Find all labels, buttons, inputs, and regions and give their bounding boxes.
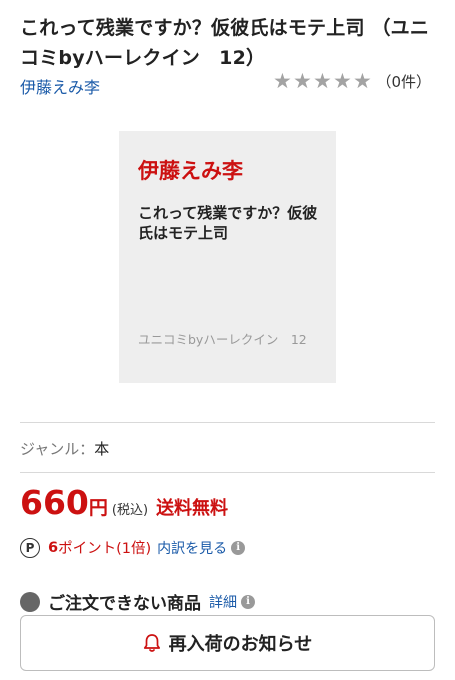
points-icon: P [20,537,40,558]
book-cover-image[interactable]: 伊藤えみ李 これって残業ですか？仮彼氏はモテ上司 ユニコミbyハーレクイン 12 [119,131,336,383]
info-icon[interactable]: i [241,594,255,609]
genre-row: ジャンル：本 [20,438,109,459]
star-icon: ★ [353,69,372,93]
availability-detail-link[interactable]: 詳細 [209,592,237,612]
tax-label: (税込) [111,503,149,518]
points-row: P 6 ポイント(1倍) 内訳を見る i [20,537,246,558]
points-amount: 6 [48,539,59,556]
review-count: （0件） [376,73,431,91]
price-unit: 円 [88,497,108,519]
price-row: 660 円 (税込) 送料無料 [20,486,228,520]
bell-icon [143,634,160,652]
points-breakdown-link[interactable]: 内訳を見る [157,538,227,558]
star-icon: ★ [293,69,312,93]
author-link[interactable]: 伊藤えみ李 [20,74,100,98]
rating[interactable]: ★ ★ ★ ★ ★ （0件） [272,71,431,92]
info-icon[interactable]: i [231,540,246,555]
cover-series: ユニコミbyハーレクイン 12 [138,332,307,347]
star-icon: ★ [333,69,352,93]
star-icon: ★ [313,69,332,93]
product-page: これって残業ですか？仮彼氏はモテ上司 （ユニコミbyハーレクイン 12） 伊藤え… [0,0,455,680]
status-dot-icon [20,591,40,612]
price-amount: 660 [20,483,89,522]
star-icon: ★ [273,69,292,93]
genre-label: ジャンル： [20,440,95,458]
product-title: これって残業ですか？仮彼氏はモテ上司 （ユニコミbyハーレクイン 12） [20,17,430,69]
points-label: ポイント(1倍) [58,541,152,557]
free-shipping-badge: 送料無料 [156,498,229,519]
genre-value: 本 [94,440,110,458]
availability-row: ご注文できない商品 詳細 i [20,589,255,614]
availability-status: ご注文できない商品 [48,594,201,614]
cover-title: これって残業ですか？仮彼氏はモテ上司 [138,204,318,242]
divider [20,422,435,423]
restock-notify-label: 再入荷のお知らせ [168,634,313,654]
divider [20,472,435,473]
star-rating: ★ ★ ★ ★ ★ [272,71,372,92]
restock-notify-button[interactable]: 再入荷のお知らせ [20,615,435,671]
cover-author: 伊藤えみ李 [138,159,243,183]
